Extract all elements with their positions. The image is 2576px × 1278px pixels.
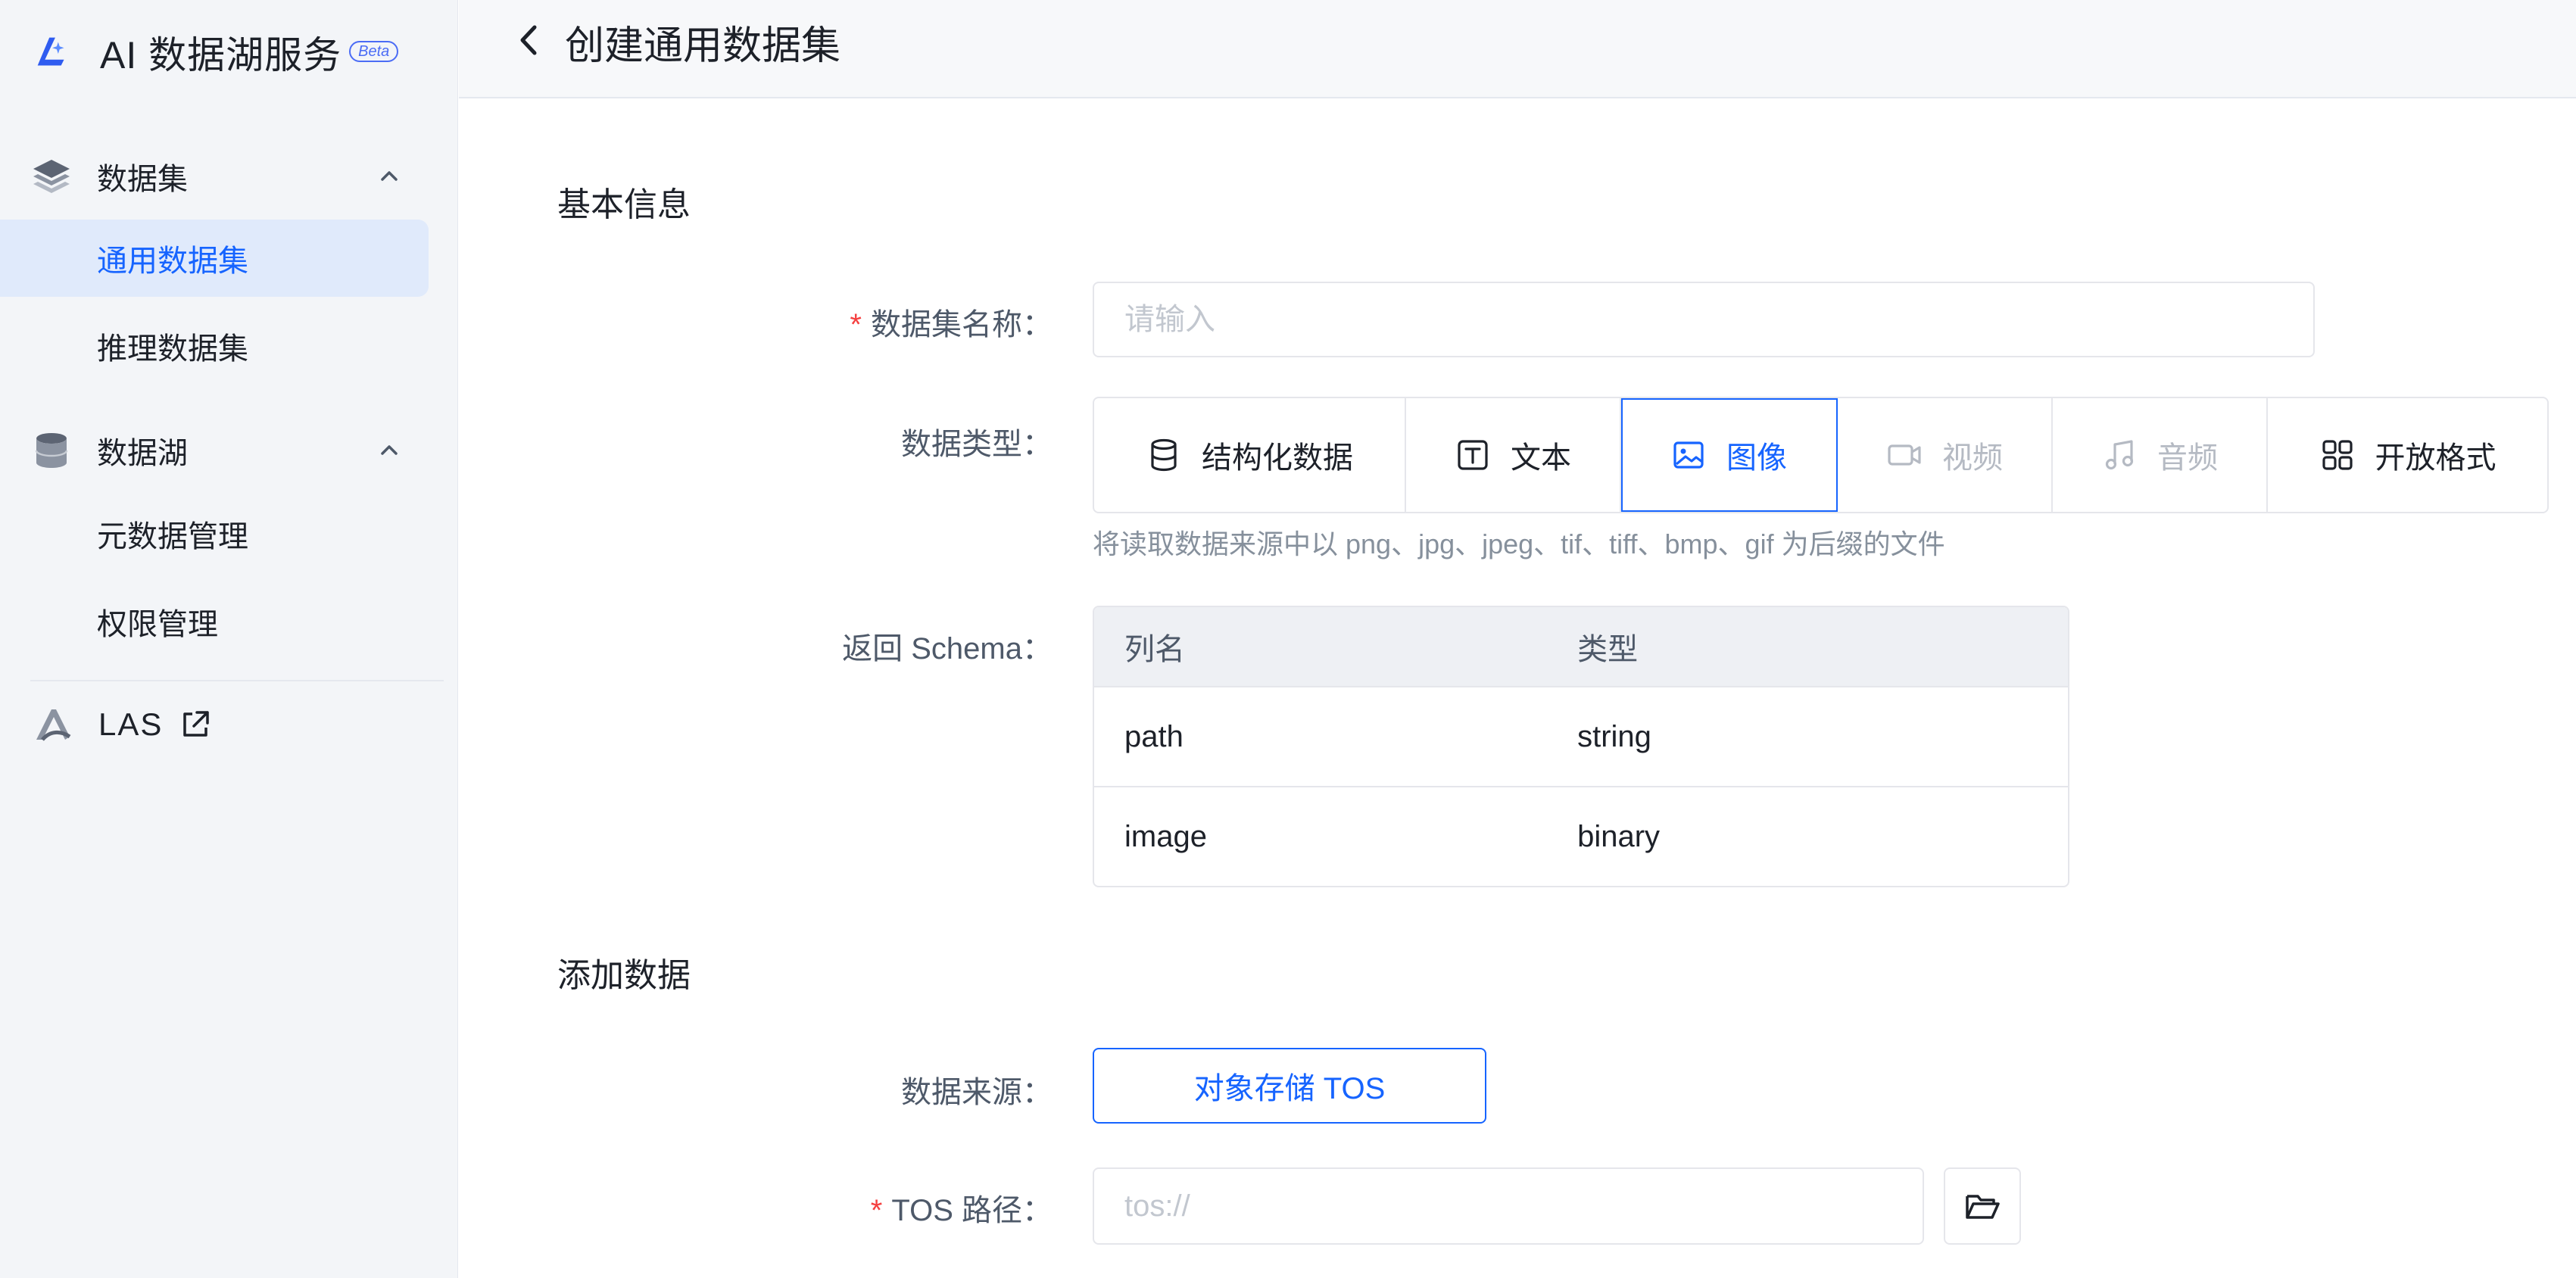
nav-group-label: 数据集: [97, 163, 188, 196]
table-cell: string: [1577, 719, 1651, 753]
database-icon: [35, 433, 68, 468]
table-cell: path: [1124, 719, 1184, 753]
data-type-label: 图像: [1726, 441, 1787, 475]
tos-source-button[interactable]: 对象存储 TOS: [1093, 1048, 1486, 1124]
layers-icon: [33, 160, 70, 193]
column-header-type: 类型: [1577, 633, 1639, 666]
las-label: LAS: [98, 706, 164, 742]
column-header-name: 列名: [1124, 633, 1185, 666]
table-row: path string: [1094, 686, 2068, 786]
sidebar-divider: [30, 680, 444, 681]
data-type-video[interactable]: 视频: [1838, 398, 2053, 512]
sidebar-item-permission-management[interactable]: 权限管理: [0, 583, 429, 660]
nav-group-label: 数据湖: [97, 437, 188, 470]
required-star: *: [870, 1194, 883, 1227]
las-logo-icon: [36, 709, 71, 741]
data-type-label: 开放格式: [2375, 441, 2496, 475]
table-cell: image: [1124, 819, 1207, 853]
browse-folder-button[interactable]: [1944, 1167, 2021, 1245]
section-title-basic-info: 基本信息: [557, 186, 691, 223]
dataset-name-label-text: 数据集名称：: [871, 308, 1053, 341]
schema-table: 列名 类型 path string image binary: [1093, 606, 2069, 887]
data-type-selector: 结构化数据 文本 图像 视频 音频 开放格式: [1093, 397, 2549, 513]
chevron-up-icon[interactable]: [376, 163, 403, 190]
grid-icon: [2322, 440, 2353, 470]
nav-group-datasets[interactable]: 数据集: [0, 142, 458, 210]
page-header: 创建通用数据集: [459, 0, 2576, 98]
beta-badge: Beta: [349, 41, 399, 62]
dataset-name-label: * 数据集名称：: [553, 300, 1053, 344]
sidebar-item-general-datasets[interactable]: 通用数据集: [0, 220, 429, 297]
las-external-link[interactable]: LAS: [0, 690, 458, 759]
data-type-audio[interactable]: 音频: [2053, 398, 2268, 512]
nav-group-datalake[interactable]: 数据湖: [0, 416, 458, 485]
brand-title: AI 数据湖服务: [100, 34, 342, 76]
sidebar-item-metadata-management[interactable]: 元数据管理: [0, 495, 429, 572]
data-type-label: 数据类型：: [901, 428, 1053, 461]
section-title-add-data: 添加数据: [557, 957, 691, 994]
video-icon: [1888, 444, 1921, 466]
data-type-hint: 将读取数据来源中以 png、jpg、jpeg、tif、tiff、bmp、gif …: [1093, 528, 1945, 560]
table-row: image binary: [1094, 786, 2068, 886]
brand[interactable]: AI 数据湖服务 Beta: [30, 26, 399, 79]
dataset-name-input[interactable]: [1093, 282, 2315, 357]
tos-path-label: * TOS 路径：: [553, 1186, 1053, 1230]
data-type-label: 视频: [1942, 441, 2003, 475]
data-source-label: 数据来源：: [901, 1076, 1053, 1109]
page-title: 创建通用数据集: [565, 24, 841, 68]
data-type-label: 结构化数据: [1202, 441, 1353, 475]
data-type-open-format[interactable]: 开放格式: [2268, 398, 2547, 512]
text-box-icon: [1458, 440, 1488, 470]
data-type-structured[interactable]: 结构化数据: [1094, 398, 1406, 512]
schema-table-header: 列名 类型: [1094, 607, 2068, 686]
sidebar: AI 数据湖服务 Beta 数据集 通用数据集 推理数据集 数据湖 元数据管理 …: [0, 0, 458, 1278]
sidebar-item-inference-datasets[interactable]: 推理数据集: [0, 307, 429, 385]
music-note-icon: [2105, 440, 2134, 470]
image-icon: [1673, 441, 1704, 469]
database-icon: [1151, 438, 1177, 472]
chevron-up-icon[interactable]: [376, 437, 403, 464]
back-arrow-icon[interactable]: [512, 21, 550, 59]
table-cell: binary: [1577, 819, 1661, 853]
tos-path-input[interactable]: [1093, 1167, 1924, 1245]
data-type-label: 文本: [1511, 441, 1571, 475]
external-link-icon: [183, 711, 209, 737]
data-type-image[interactable]: 图像: [1621, 398, 1838, 512]
required-star: *: [850, 308, 862, 341]
schema-label: 返回 Schema：: [842, 632, 1053, 665]
folder-open-icon: [1966, 1195, 2000, 1219]
tos-path-label-text: TOS 路径：: [891, 1194, 1053, 1227]
data-type-label: 音频: [2157, 441, 2218, 475]
brand-logo-icon: [37, 37, 64, 66]
data-type-text[interactable]: 文本: [1406, 398, 1621, 512]
